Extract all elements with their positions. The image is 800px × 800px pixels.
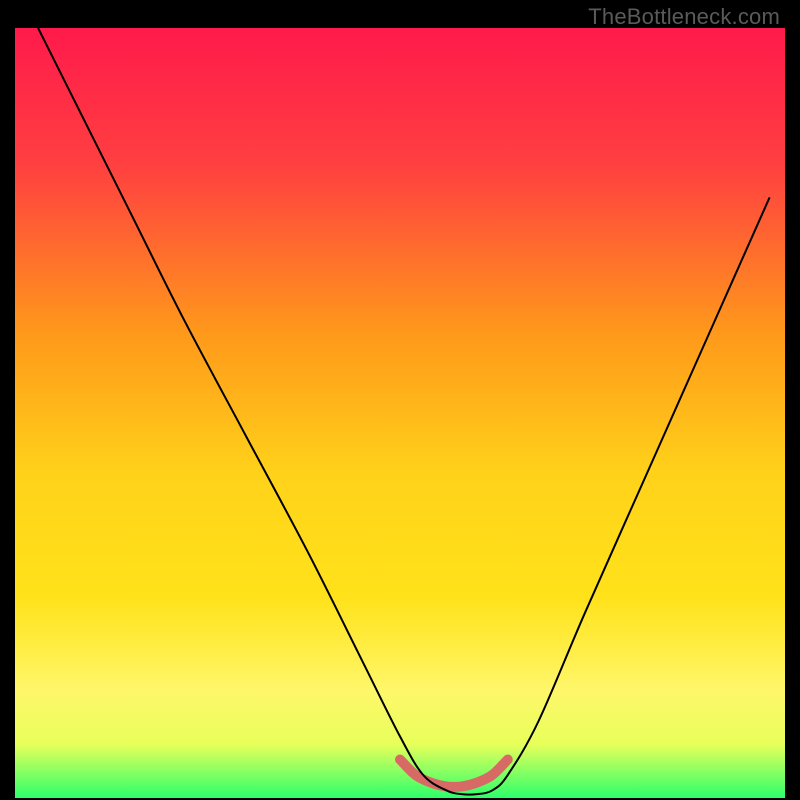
plot-area [15,28,785,798]
chart-stage: TheBottleneck.com [0,0,800,800]
heat-background [15,28,785,798]
watermark-label: TheBottleneck.com [588,4,780,30]
bottleneck-plot [15,28,785,798]
